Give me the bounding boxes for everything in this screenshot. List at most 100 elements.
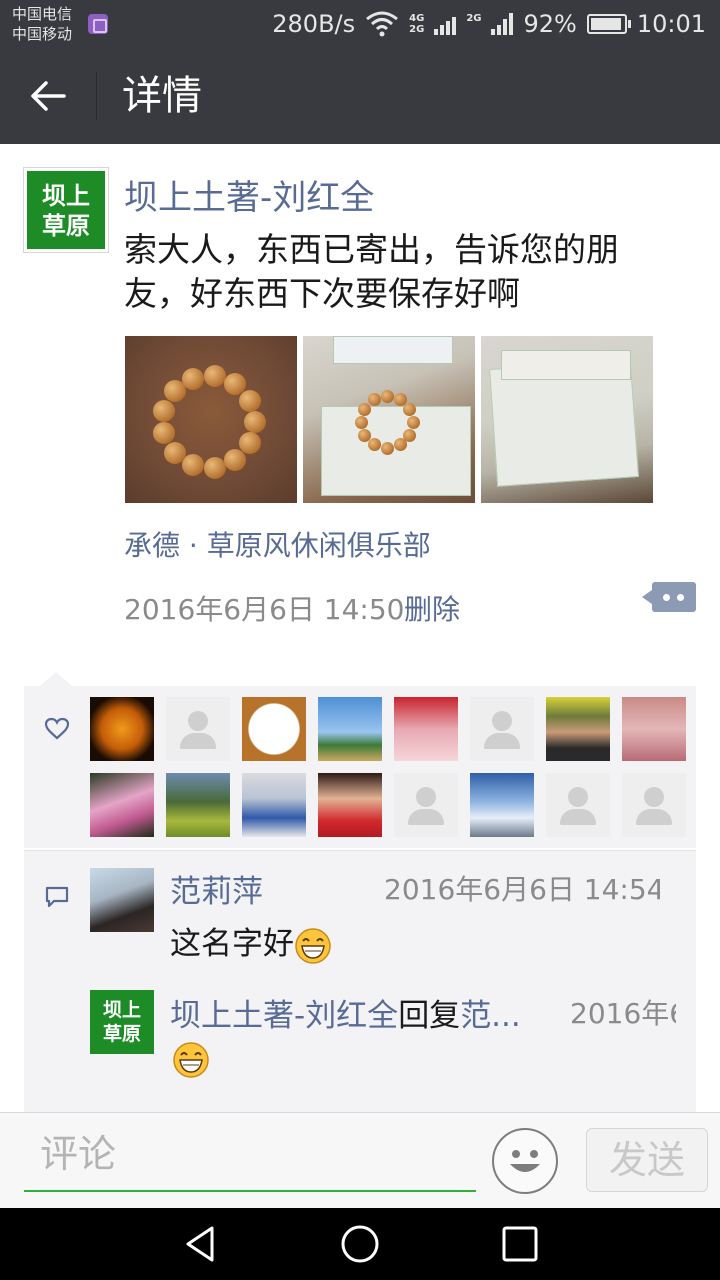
comment-avatar-2[interactable]: 坝上 草原 (90, 990, 154, 1054)
network-type-badge: 4G 2G (409, 13, 424, 35)
bead (354, 415, 368, 429)
post-author-name[interactable]: 坝上土著-刘红全 (124, 170, 374, 219)
likes-pointer (40, 672, 72, 686)
net-speed: 280B/s (272, 10, 356, 38)
bead (357, 428, 371, 442)
post-author-avatar[interactable]: 坝上 草原 (24, 168, 108, 252)
delete-link[interactable]: 删除 (404, 588, 460, 628)
carrier-labels: 中国电信 中国移动 (12, 4, 72, 44)
receipt-paper (321, 406, 471, 496)
like-avatar[interactable] (90, 773, 154, 837)
like-avatar[interactable] (318, 773, 382, 837)
bead (153, 399, 176, 422)
send-button[interactable]: 发送 (586, 1128, 708, 1192)
comment-avatar-logo-2: 草原 (102, 1023, 141, 1045)
comment-time-1: 2016年6月6日 14:54 (384, 873, 660, 906)
battery-percent: 92% (523, 10, 577, 38)
bead (224, 448, 247, 471)
like-avatar[interactable] (90, 697, 154, 761)
reply-word: 回复 (398, 998, 461, 1034)
bead (406, 415, 420, 429)
smiley-icon (510, 1150, 540, 1172)
post-photo-1[interactable] (125, 336, 297, 503)
page-title: 详情 (122, 73, 202, 119)
back-arrow-icon (31, 81, 66, 111)
bead (238, 389, 261, 412)
title-bar: 详情 (0, 48, 720, 144)
like-avatar[interactable] (166, 773, 230, 837)
network-type-top: 4G (409, 13, 425, 24)
like-avatar[interactable] (622, 697, 686, 761)
avatar-logo-text-2: 草原 (42, 212, 90, 240)
bead (393, 438, 407, 452)
like-avatar[interactable] (470, 773, 534, 837)
comment-author-2[interactable]: 坝上土著-刘红全 (170, 998, 398, 1034)
bead (244, 411, 266, 433)
bead (367, 392, 381, 406)
like-avatar[interactable] (394, 773, 458, 837)
back-button[interactable] (16, 70, 80, 122)
like-avatar[interactable] (546, 773, 610, 837)
sim-app-icon (88, 14, 108, 34)
avatar-logo-text-1: 坝上 (42, 182, 90, 210)
bead (181, 367, 204, 390)
nav-home-icon[interactable] (338, 1222, 382, 1266)
system-nav-bar (0, 1208, 720, 1280)
carrier-1: 中国电信 (12, 5, 73, 23)
nav-recents-icon[interactable] (498, 1222, 542, 1266)
wifi-icon (366, 11, 399, 37)
like-avatar[interactable] (546, 697, 610, 761)
comment-icon (45, 886, 69, 908)
bead (380, 441, 394, 455)
title-divider (96, 72, 97, 120)
network-type-badge-2: 2G (466, 13, 481, 35)
comment-input[interactable] (24, 1118, 476, 1192)
bead (203, 365, 226, 388)
network-type-bottom: 2G (409, 24, 425, 35)
grin-emoji-icon (295, 927, 331, 964)
like-avatar[interactable] (166, 697, 230, 761)
signal-icon-1 (434, 13, 457, 35)
comment-reply-header[interactable]: 坝上土著-刘红全回复范... (170, 990, 524, 1035)
like-avatar[interactable] (318, 697, 382, 761)
status-indicators: 280B/s 4G 2G 2G 92% 10:01 (272, 8, 706, 40)
nav-back-icon[interactable] (178, 1222, 222, 1266)
post-location[interactable]: 承德 · 草原风休闲俱乐部 (124, 524, 431, 564)
comment-time-2: 2016年6 (570, 997, 676, 1030)
status-bar: 中国电信 中国移动 280B/s 4G 2G 2G 92% 10:01 (0, 0, 720, 48)
like-avatar[interactable] (394, 697, 458, 761)
post-photo-2[interactable] (303, 336, 475, 503)
heart-icon (44, 717, 70, 740)
post-text: 索大人，东西已寄出，告诉您的朋友，好东西下次要保存好啊 (124, 230, 619, 313)
bead (380, 389, 394, 403)
bead (203, 456, 226, 479)
comment-text-1[interactable]: 这名字好 (170, 918, 332, 965)
bead (367, 438, 381, 452)
like-avatar[interactable] (470, 697, 534, 761)
signal-icon-2 (491, 13, 514, 35)
reply-to-name[interactable]: 范... (460, 998, 521, 1034)
like-avatar[interactable] (242, 697, 306, 761)
carrier-2: 中国移动 (12, 25, 73, 43)
post-photo-3[interactable] (481, 336, 653, 503)
clock: 10:01 (636, 10, 706, 38)
comment-avatar-1[interactable] (90, 868, 154, 932)
bead (403, 402, 417, 416)
grin-emoji-icon (173, 1041, 209, 1078)
bead (357, 402, 371, 416)
comment-body-1: 这名字好 (170, 926, 294, 962)
comment-avatar-logo-1: 坝上 (102, 999, 141, 1021)
like-avatar[interactable] (622, 773, 686, 837)
like-avatar[interactable] (242, 773, 306, 837)
comment-author-1[interactable]: 范莉萍 (170, 866, 263, 911)
comment-text-2[interactable] (172, 1040, 210, 1079)
comment-more-button[interactable] (642, 582, 696, 612)
network-type-2: 2G (466, 13, 482, 24)
receipt-top (501, 350, 631, 380)
paper-stack (333, 336, 453, 364)
post-time: 2016年6月6日 14:50 (124, 593, 405, 626)
bead (163, 441, 186, 464)
bead (153, 422, 176, 444)
battery-icon (586, 14, 631, 34)
emoji-button[interactable] (492, 1128, 558, 1194)
